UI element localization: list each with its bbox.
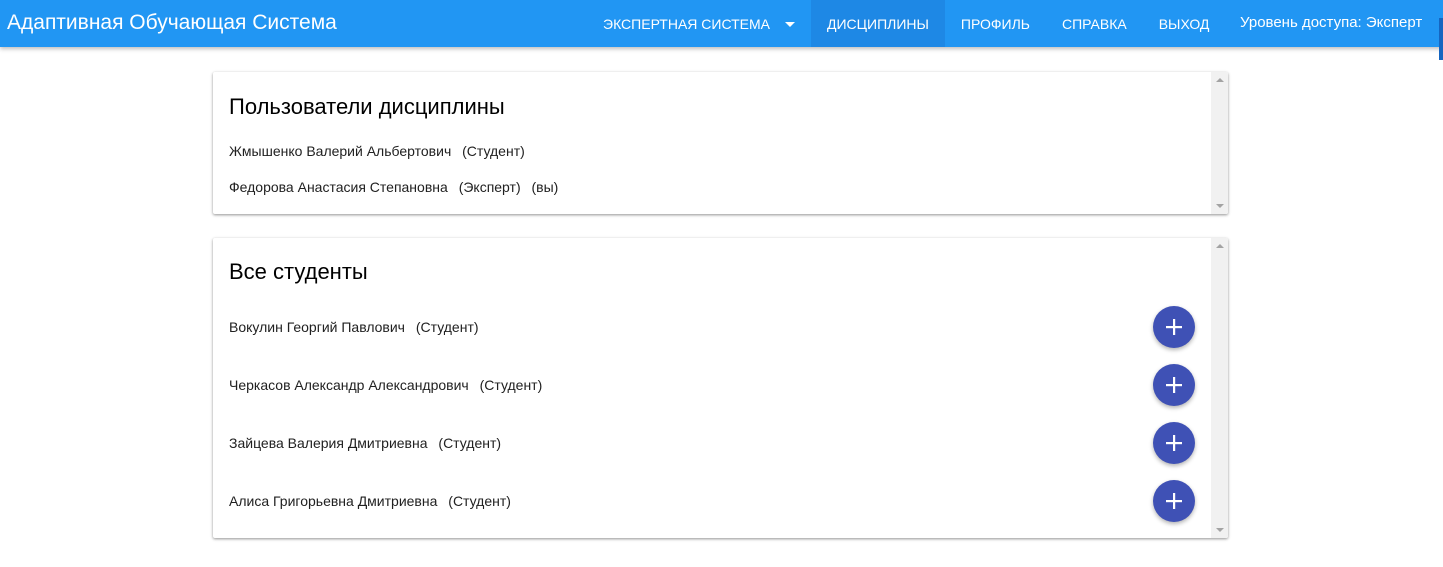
student-row: Вокулин Георгий Павлович (Студент) — [229, 318, 486, 336]
all-students-title: Все студенты — [229, 259, 368, 284]
student-name: Вокулин Георгий Павлович — [229, 319, 405, 335]
user-name: Федорова Анастасия Степановна — [229, 179, 448, 195]
users-scrollbar[interactable] — [1211, 72, 1228, 214]
current-user-note: (вы) — [531, 179, 559, 195]
student-name: Черкасов Александр Александрович — [229, 377, 469, 393]
nav-help[interactable]: Справка — [1046, 0, 1143, 47]
scroll-up-arrow-icon[interactable] — [1216, 78, 1224, 82]
student-name: Алиса Григорьевна Дмитриевна — [229, 493, 438, 509]
discipline-users-title: Пользователи дисциплины — [229, 94, 505, 119]
window-edge — [1439, 18, 1443, 60]
scroll-down-arrow-icon[interactable] — [1216, 528, 1224, 532]
access-level-label: Уровень доступа: Эксперт — [1240, 14, 1423, 31]
discipline-users-card: Пользователи дисциплины Жмышенко Валерий… — [213, 72, 1228, 214]
nav-expert-system[interactable]: Экспертная система — [587, 0, 811, 47]
user-role: (Эксперт) — [458, 179, 521, 195]
student-name: Зайцева Валерия Дмитриевна — [229, 435, 428, 451]
add-student-button[interactable] — [1153, 480, 1195, 522]
student-row: Черкасов Александр Александрович (Студен… — [229, 376, 549, 394]
nav-logout-label: Выход — [1158, 15, 1210, 32]
nav-profile-label: Профиль — [960, 15, 1030, 32]
app-bar: Адаптивная Обучающая Система Экспертная … — [0, 0, 1443, 47]
dropdown-caret-icon — [785, 22, 795, 27]
student-role: (Студент) — [479, 377, 543, 393]
student-role: (Студент) — [438, 435, 502, 451]
add-icon — [1166, 493, 1182, 509]
app-title: Адаптивная Обучающая Система — [7, 11, 337, 34]
add-student-button[interactable] — [1153, 364, 1195, 406]
nav-help-label: Справка — [1061, 15, 1127, 32]
nav-profile[interactable]: Профиль — [945, 0, 1046, 47]
user-role: (Студент) — [462, 143, 525, 159]
add-icon — [1166, 435, 1182, 451]
user-row: Федорова Анастасия Степановна (Эксперт) … — [229, 178, 565, 196]
add-icon — [1166, 319, 1182, 335]
nav-disciplines-label: Дисциплины — [827, 15, 929, 32]
nav-expert-system-label: Экспертная система — [603, 15, 770, 32]
student-role: (Студент) — [448, 493, 511, 509]
user-row: Жмышенко Валерий Альбертович (Студент) — [229, 142, 532, 160]
student-row: Алиса Григорьевна Дмитриевна (Студент) — [229, 492, 518, 510]
nav-logout[interactable]: Выход — [1143, 0, 1226, 47]
all-students-card: Все студенты Вокулин Георгий Павлович (С… — [213, 238, 1228, 538]
scroll-up-arrow-icon[interactable] — [1216, 244, 1224, 248]
students-scrollbar[interactable] — [1211, 238, 1228, 538]
add-icon — [1166, 377, 1182, 393]
user-name: Жмышенко Валерий Альбертович — [229, 143, 452, 159]
student-role: (Студент) — [415, 319, 479, 335]
scroll-down-arrow-icon[interactable] — [1216, 204, 1224, 208]
main-nav: Экспертная система Дисциплины Профиль Сп… — [587, 0, 1225, 47]
add-student-button[interactable] — [1153, 422, 1195, 464]
add-student-button[interactable] — [1153, 306, 1195, 348]
nav-disciplines[interactable]: Дисциплины — [811, 0, 945, 47]
student-row: Зайцева Валерия Дмитриевна (Студент) — [229, 434, 508, 452]
